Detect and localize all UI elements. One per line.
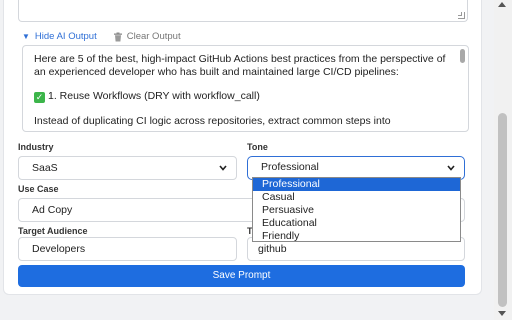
use-case-label: Use Case [18, 184, 59, 194]
industry-label: Industry [18, 142, 54, 152]
tone-option[interactable]: Educational [253, 217, 460, 230]
ai-output-box[interactable]: Here are 5 of the best, high-impact GitH… [22, 45, 469, 132]
tone-option[interactable]: Persuasive [253, 204, 460, 217]
scroll-down-icon[interactable] [498, 311, 506, 316]
hide-ai-output-button[interactable]: ▼ Hide AI Output [22, 31, 97, 42]
ai-output-item-title: 1. Reuse Workflows (DRY with workflow_ca… [48, 90, 260, 103]
page-scrollbar[interactable] [494, 0, 512, 320]
clear-output-label: Clear Output [126, 31, 181, 42]
tone-option[interactable]: Friendly [253, 230, 460, 243]
target-audience-value: Developers [32, 243, 86, 255]
caret-down-icon: ▼ [22, 32, 30, 41]
output-toggle-row: ▼ Hide AI Output Clear Output [22, 31, 181, 42]
ai-output-intro: Here are 5 of the best, high-impact GitH… [34, 53, 446, 78]
hide-ai-output-label: Hide AI Output [34, 31, 97, 42]
ai-output-item-body: Instead of duplicating CI logic across r… [34, 115, 391, 128]
tags-value: github [258, 243, 287, 255]
scroll-up-icon[interactable] [498, 2, 506, 7]
tone-option[interactable]: Professional [253, 178, 460, 191]
prompt-textarea[interactable] [18, 0, 468, 22]
tone-option[interactable]: Casual [253, 191, 460, 204]
industry-value: SaaS [32, 162, 58, 174]
clear-output-button[interactable]: Clear Output [113, 31, 181, 42]
tone-dropdown-list: Professional Casual Persuasive Education… [252, 177, 461, 242]
target-audience-input[interactable]: Developers [18, 237, 237, 261]
ai-output-item: ✓ 1. Reuse Workflows (DRY with workflow_c… [34, 90, 452, 104]
chevron-down-icon [219, 165, 227, 171]
trash-icon [113, 32, 122, 41]
resize-grip-icon[interactable] [458, 12, 465, 19]
tone-value: Professional [261, 161, 319, 173]
scrollbar-thumb[interactable] [498, 113, 507, 307]
chevron-down-icon [447, 165, 455, 171]
output-scrollbar-thumb[interactable] [460, 49, 465, 63]
target-audience-label: Target Audience [18, 226, 88, 236]
industry-select[interactable]: SaaS [18, 156, 237, 180]
use-case-value: Ad Copy [32, 204, 73, 216]
ai-output-text: Here are 5 of the best, high-impact GitH… [23, 46, 468, 128]
save-prompt-button[interactable]: Save Prompt [18, 265, 465, 287]
check-mark-icon: ✓ [34, 92, 45, 104]
tone-label: Tone [247, 142, 268, 152]
